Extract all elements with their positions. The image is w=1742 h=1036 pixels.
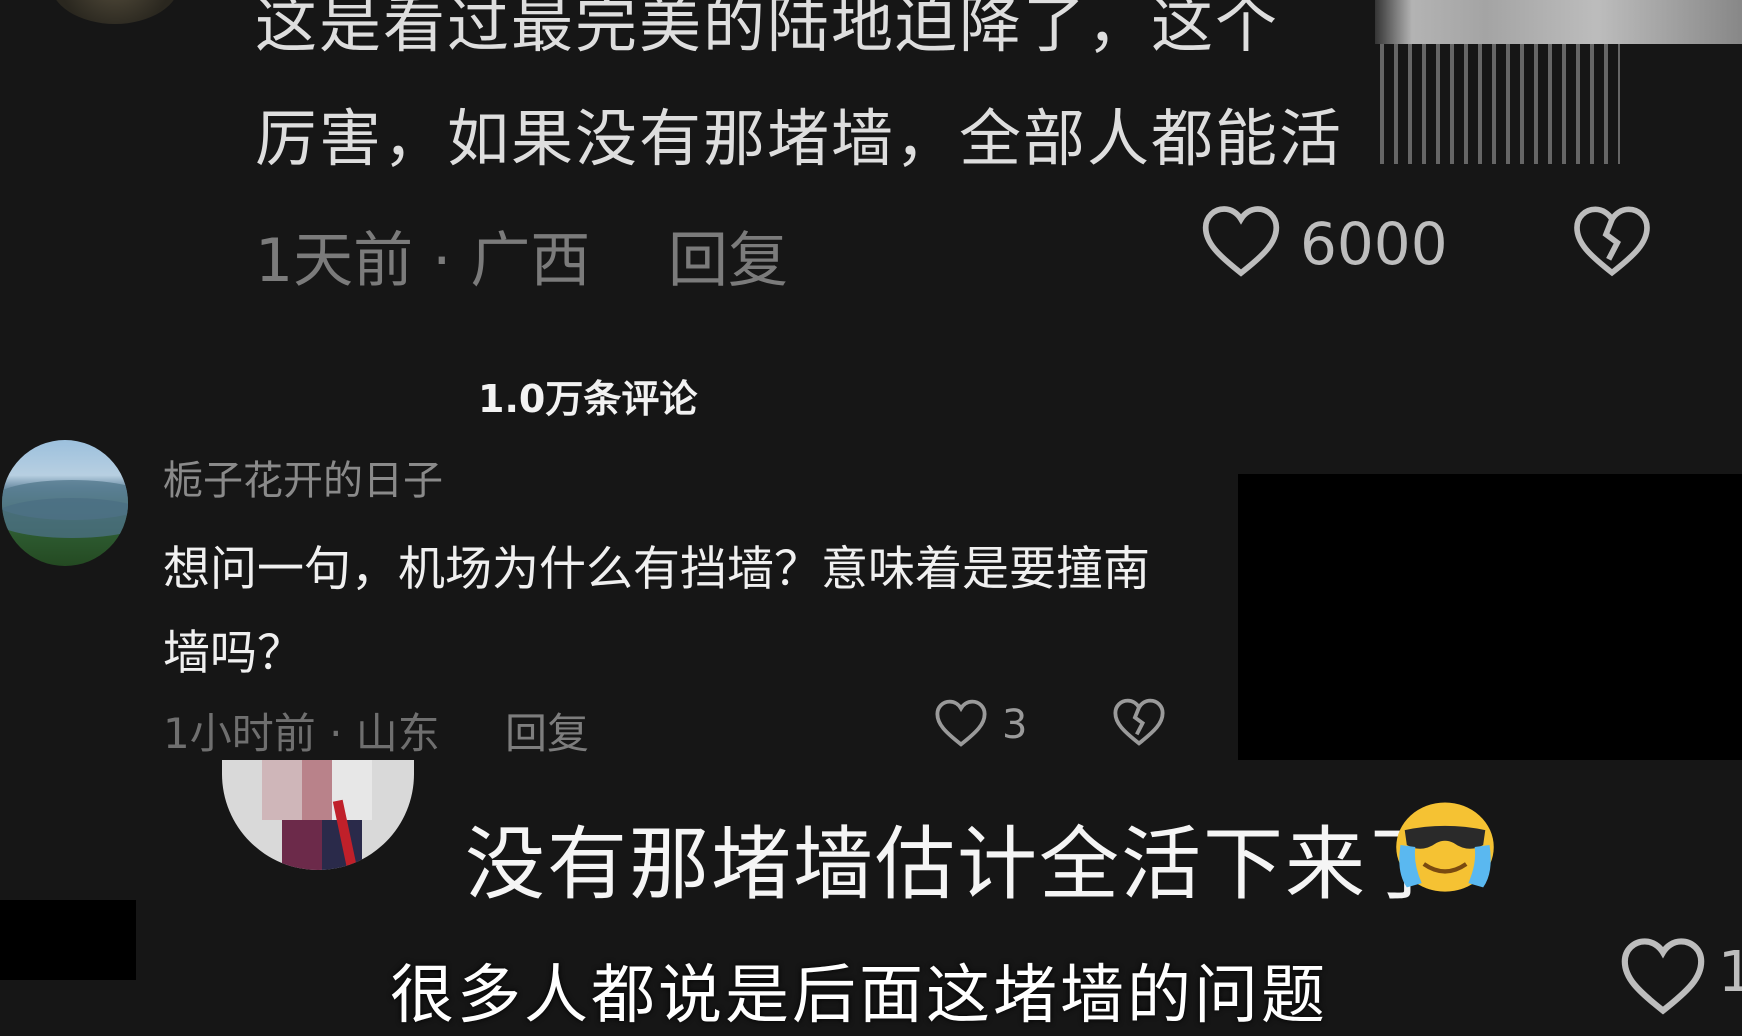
comment-like-count: 3	[1002, 702, 1028, 748]
top-comment-avatar[interactable]	[50, 0, 180, 24]
redaction-box	[1238, 474, 1742, 760]
heart-outline-icon[interactable]	[1200, 204, 1282, 278]
comment-meta: 1小时前 · 山东	[163, 709, 440, 758]
video-glitch-artifact-lines	[1380, 44, 1620, 164]
bottom-like-count: 1	[1718, 940, 1742, 1005]
top-comment-reply-button[interactable]: 回复	[668, 212, 788, 299]
top-comment-meta: 1天前 · 广西	[255, 226, 591, 296]
comments-count-title: 1.0万条评论	[478, 377, 698, 421]
pixelated-avatar	[222, 760, 414, 870]
comment-username[interactable]: 栀子花开的日子	[163, 448, 443, 506]
broken-heart-icon[interactable]	[1572, 204, 1652, 278]
broken-heart-icon[interactable]	[1112, 696, 1166, 748]
video-subtitle: 很多人都说是后面这堵墙的问题	[390, 959, 1328, 1033]
heart-outline-icon[interactable]	[1618, 936, 1708, 1016]
comment-text: 想问一句，机场为什么有挡墙？意味着是要撞南墙吗？	[163, 542, 1150, 681]
redaction-box-small	[0, 900, 136, 980]
video-glitch-artifact	[1375, 0, 1742, 44]
heart-outline-icon[interactable]	[934, 698, 988, 748]
top-comment-text-line2: 厉害，如果没有那堵墙，全部人都能活	[255, 102, 1344, 175]
top-comment-text-line1: 这是看过最完美的陆地迫降了，这个	[255, 0, 1280, 61]
top-comment-like-count: 6000	[1300, 210, 1448, 278]
comment-reply-button[interactable]: 回复	[505, 700, 589, 761]
video-caption: 没有那堵墙估计全活下来了	[465, 818, 1449, 911]
crying-laughing-sunglasses-emoji	[1396, 802, 1494, 892]
avatar[interactable]	[2, 440, 128, 566]
